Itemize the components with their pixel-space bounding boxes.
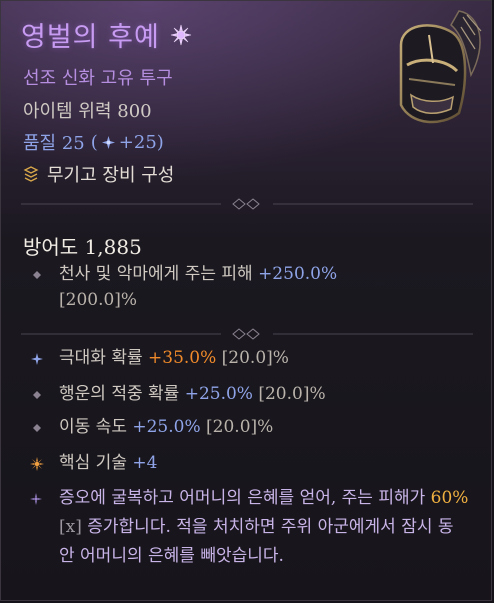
quality-open: ( <box>90 131 98 153</box>
affix-value: +25.0% <box>132 417 201 437</box>
orange-star-icon <box>30 457 44 471</box>
item-name: 영벌의 후예 <box>21 22 160 53</box>
item-tooltip: 영벌의 후예 선조 신화 고유 투구 아이템 위력 800 품질 25 (+2… <box>0 0 492 601</box>
affix-label: 행운의 적중 확률 <box>59 384 185 404</box>
affix-range: [20.0]% <box>200 417 274 437</box>
winged-helm-icon <box>399 10 482 124</box>
quality-label: 품질 25 <box>23 133 85 154</box>
quality-bonus: ( +25) <box>91 132 164 153</box>
armory-config[interactable]: 무기고 장비 구성 <box>23 161 174 187</box>
legendary-x: [x] <box>59 517 82 537</box>
mythic-sun-icon <box>170 24 191 45</box>
item-power: 아이템 위력 800 <box>23 101 152 122</box>
armory-config-label: 무기고 장비 구성 <box>47 165 175 186</box>
affix-value: +4 <box>132 453 158 473</box>
greater-affix-star-icon <box>101 135 115 149</box>
legendary-num: 60% <box>430 488 469 508</box>
section-divider <box>21 198 473 210</box>
legendary-part2: 증가합니다. 적을 처치하면 주위 아군에게서 잠시 동안 어머니의 은혜를 빼… <box>59 517 454 566</box>
item-quality: 품질 25 ( +25) <box>23 129 164 155</box>
affix-label: 이동 속도 <box>59 417 133 437</box>
purple-star-icon <box>30 493 42 505</box>
legendary-power: 증오에 굴복하고 어머니의 은혜를 얻어, 주는 피해가 60% [x] 증가합니… <box>29 484 469 571</box>
affix-crit-chance: 극대화 확률 +35.0% [20.0]% <box>29 345 289 371</box>
affix-core-skills: 핵심 기술 +4 <box>29 450 157 476</box>
armor-value: 방어도 1,885 <box>23 235 142 259</box>
diamond-bullet-icon <box>33 391 41 399</box>
diamond-bullet-icon <box>33 424 41 432</box>
affix-label: 핵심 기술 <box>59 453 133 473</box>
implicit-affix: 천사 및 악마에게 주는 피해 +250.0% [200.0]% <box>29 261 459 313</box>
affix-range: [20.0]% <box>216 348 289 368</box>
quality-bonus-value: +25) <box>118 131 164 153</box>
implicit-label: 천사 및 악마에게 주는 피해 <box>59 264 259 284</box>
affix-value: +35.0% <box>148 348 217 368</box>
armory-icon <box>23 166 39 182</box>
item-rarity: 선조 신화 고유 투구 <box>23 68 173 89</box>
affix-range: [20.0]% <box>252 384 326 404</box>
affix-value: +25.0% <box>184 384 253 404</box>
legendary-text: 증오에 굴복하고 어머니의 은혜를 얻어, 주는 피해가 60% [x] 증가합니… <box>59 484 469 571</box>
section-divider <box>21 328 473 340</box>
implicit-range: [200.0]% <box>59 290 138 310</box>
title-row: 영벌의 후예 <box>21 15 192 54</box>
blue-star-icon <box>31 353 43 365</box>
affix-move-speed: 이동 속도 +25.0% [20.0]% <box>29 414 273 440</box>
affix-lucky-hit: 행운의 적중 확률 +25.0% [20.0]% <box>29 381 326 407</box>
implicit-value: +250.0% <box>258 264 338 284</box>
legendary-part1: 증오에 굴복하고 어머니의 은혜를 얻어, 주는 피해가 <box>59 488 431 508</box>
affix-label: 극대화 확률 <box>59 348 149 368</box>
diamond-bullet-icon <box>33 271 41 279</box>
